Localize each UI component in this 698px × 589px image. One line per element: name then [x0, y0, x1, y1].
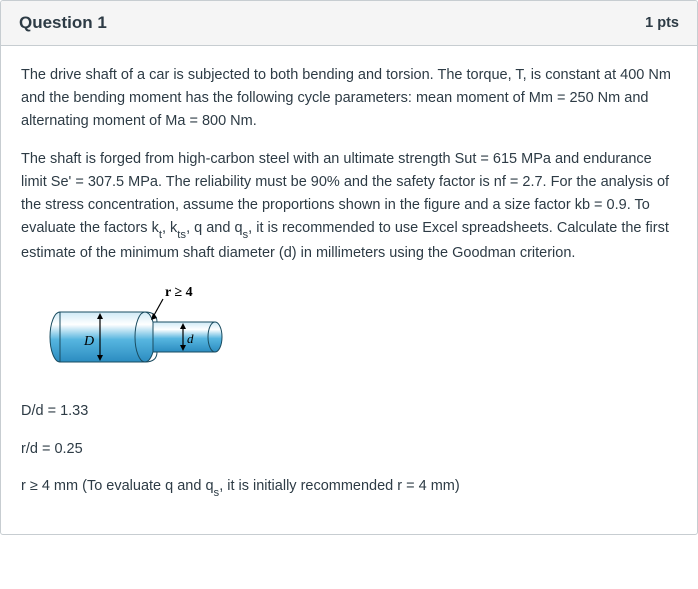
p2-c: , q and q [186, 220, 242, 236]
shaft-figure: r ≥ 4 D d [35, 279, 677, 382]
question-card: Question 1 1 pts The drive shaft of a ca… [0, 0, 698, 535]
spec-r-b: , it is initially recommended r = 4 mm) [219, 478, 460, 494]
question-header: Question 1 1 pts [1, 1, 697, 46]
question-title: Question 1 [19, 13, 107, 33]
spec-r: r ≥ 4 mm (To evaluate q and qs, it is in… [21, 475, 677, 500]
small-d-label: d [187, 331, 194, 346]
spec-r-sub: s [214, 487, 220, 499]
spec-r-a: r ≥ 4 mm (To evaluate q and q [21, 478, 214, 494]
question-body: The drive shaft of a car is subjected to… [1, 46, 697, 534]
r-label: r ≥ 4 [165, 285, 193, 300]
question-points: 1 pts [645, 15, 679, 31]
p2-sub-ts: ts [177, 229, 186, 241]
spec-Dd: D/d = 1.33 [21, 400, 677, 423]
spec-rd: r/d = 0.25 [21, 438, 677, 461]
p2-sub-t: t [159, 229, 162, 241]
big-d-label: D [83, 334, 94, 349]
p2-sub-s: s [243, 229, 249, 241]
p2-b: , k [162, 220, 177, 236]
paragraph-2: The shaft is forged from high-carbon ste… [21, 148, 677, 266]
shaft-diagram-svg: r ≥ 4 D d [35, 279, 255, 374]
paragraph-1: The drive shaft of a car is subjected to… [21, 64, 677, 134]
